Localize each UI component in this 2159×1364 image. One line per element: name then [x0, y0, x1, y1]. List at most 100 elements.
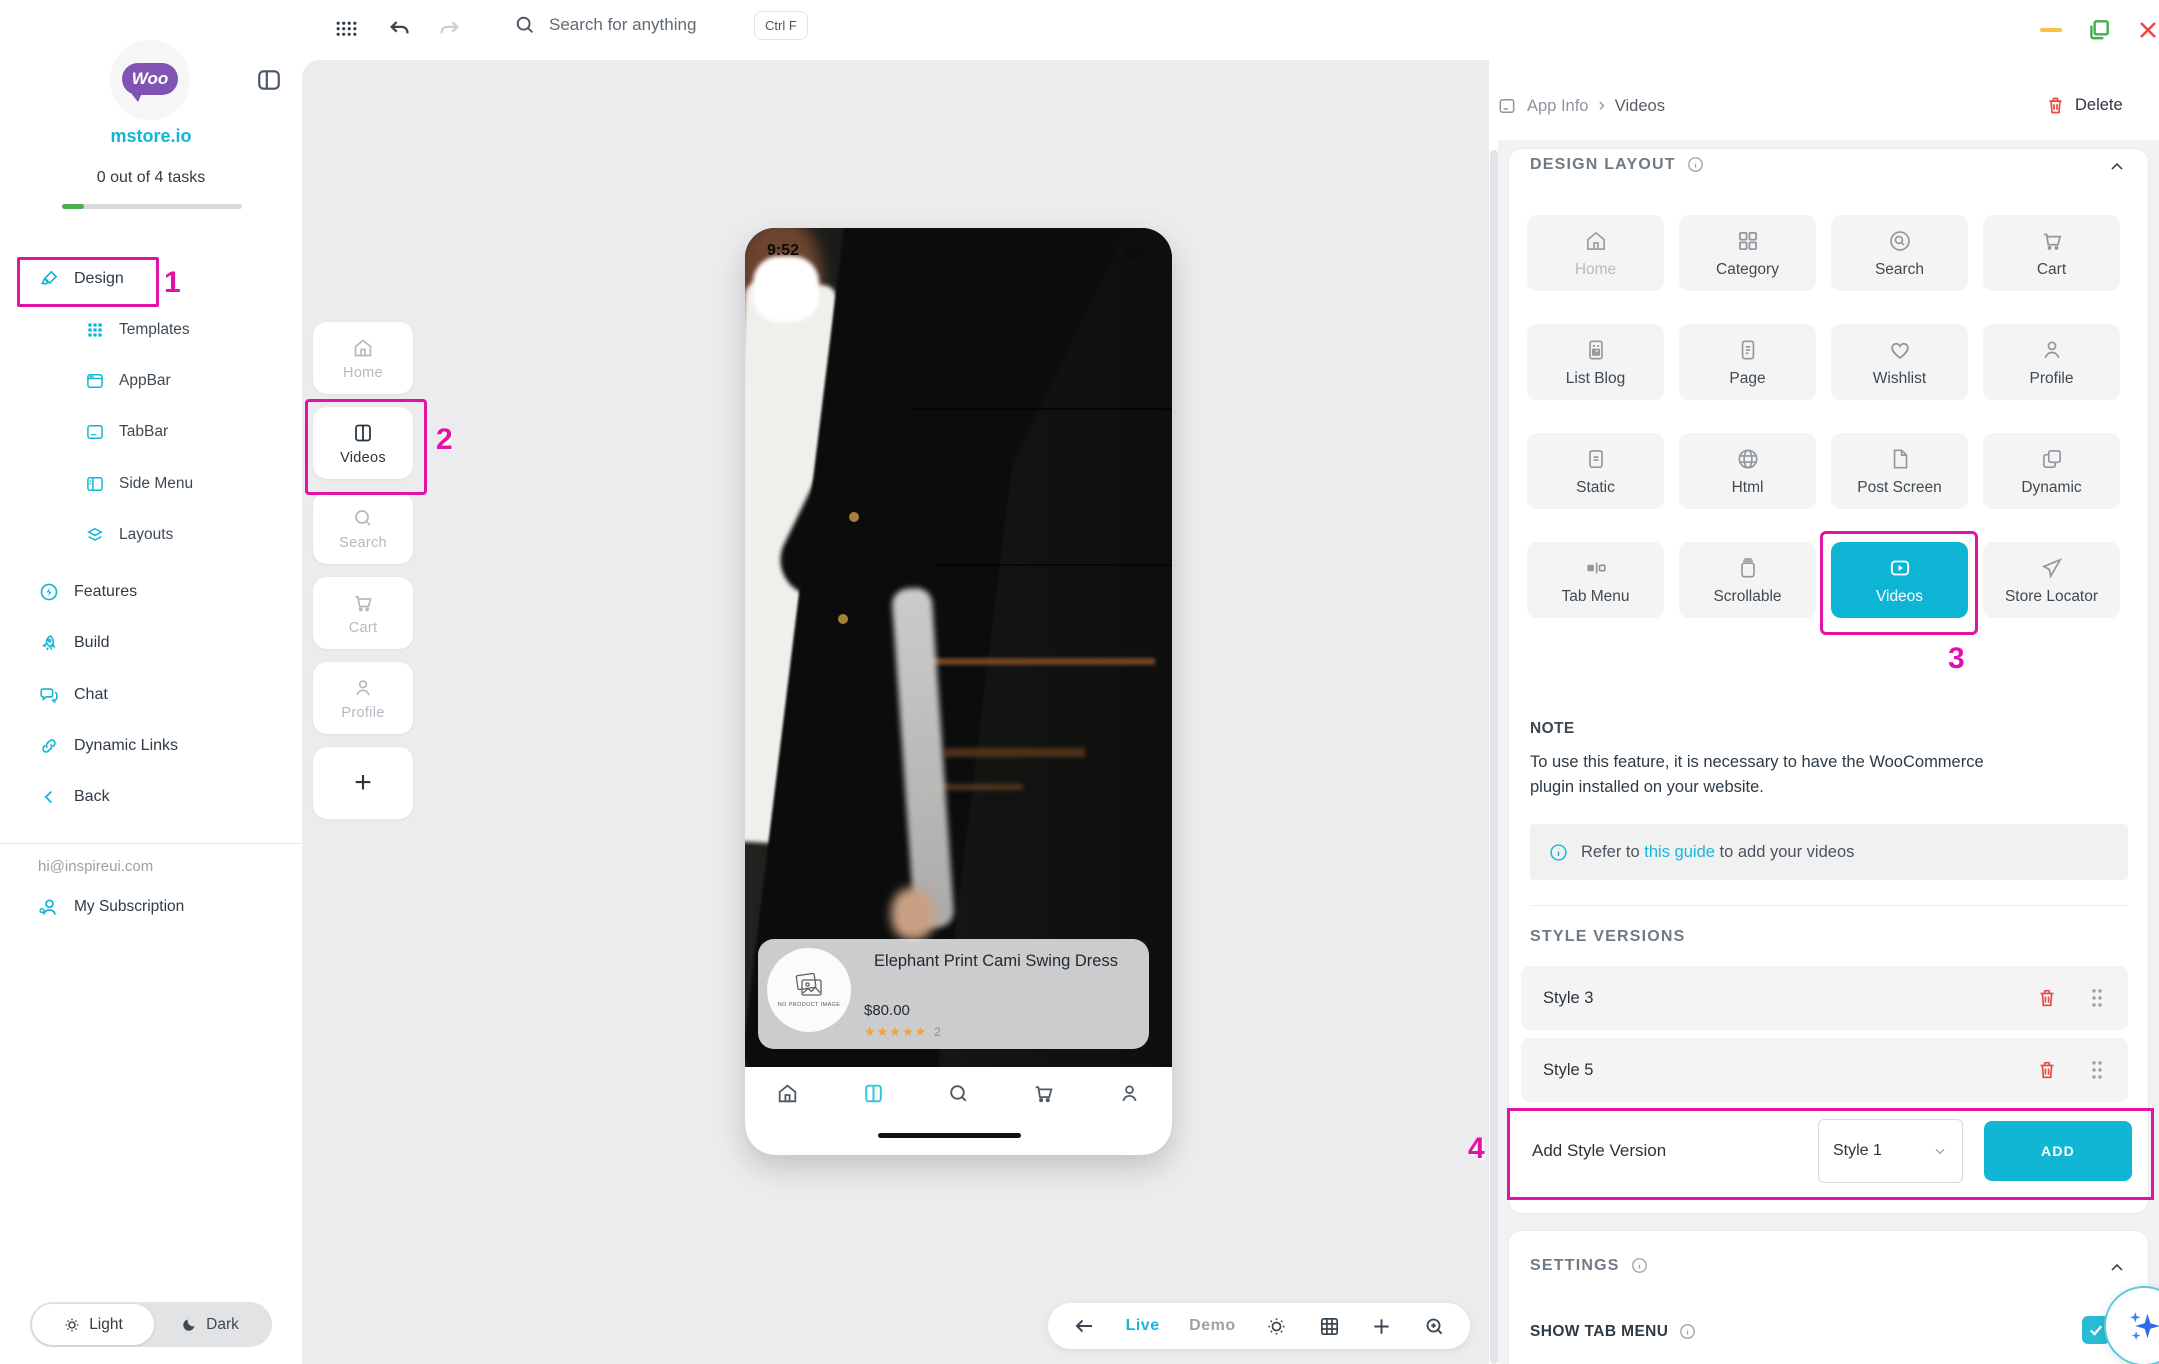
add-screen-tab-button[interactable]: +	[313, 747, 413, 819]
sidebar-item-label: TabBar	[119, 423, 169, 440]
sidebar-item-design[interactable]: Design	[38, 268, 124, 290]
cart-icon	[2043, 233, 2061, 250]
layout-tile-list-blog[interactable]: List Blog	[1527, 324, 1664, 400]
info-prefix: Refer to	[1581, 842, 1640, 861]
screen-tab-search[interactable]: Search	[313, 492, 413, 564]
back-arrow-icon[interactable]	[1072, 1314, 1096, 1338]
product-overlay-card[interactable]: NO PRODUCT IMAGE Elephant Print Cami Swi…	[758, 939, 1149, 1049]
tile-label: Scrollable	[1713, 587, 1782, 605]
info-icon[interactable]	[1678, 1322, 1697, 1341]
brightness-icon[interactable]	[1265, 1315, 1288, 1338]
build-rocket-icon	[42, 635, 56, 651]
redo-icon[interactable]	[435, 16, 463, 44]
sidebar-item-tabbar[interactable]: TabBar	[85, 422, 168, 442]
screen-tab-home[interactable]: Home	[313, 322, 413, 394]
collapse-settings-chevron[interactable]	[2105, 1256, 2129, 1280]
sidebar-item-templates[interactable]: Templates	[85, 320, 190, 340]
style-version-row[interactable]: Style 3	[1521, 966, 2128, 1030]
theme-dark-label: Dark	[206, 1315, 239, 1333]
videos-tab-highlight-box	[305, 399, 427, 495]
tab-menu-icon	[1586, 562, 1606, 573]
sidebar-item-dynamic-links[interactable]: Dynamic Links	[38, 735, 178, 757]
sidebar-item-label: My Subscription	[74, 898, 185, 915]
screen-tab-profile[interactable]: Profile	[313, 662, 413, 734]
woo-logo: Woo	[122, 63, 178, 95]
category-icon	[1738, 231, 1757, 250]
search-icon	[516, 16, 533, 33]
tile-label: Home	[1574, 260, 1617, 278]
layout-tile-tab-menu[interactable]: Tab Menu	[1527, 542, 1664, 618]
drag-handle-icon[interactable]	[2088, 1059, 2106, 1081]
layout-tile-profile[interactable]: Profile	[1983, 324, 2120, 400]
live-mode-tab[interactable]: Live	[1126, 1317, 1160, 1335]
cart-tab-icon[interactable]	[1031, 1081, 1056, 1106]
features-icon	[40, 583, 58, 601]
trash-icon[interactable]	[2036, 1059, 2058, 1081]
sidebar-item-layouts[interactable]: Layouts	[85, 525, 173, 545]
screen-tab-label: Profile	[341, 704, 385, 721]
video-preview[interactable]: 9:52 NO PRODUCT IMAGE Elephant Print Cam…	[745, 228, 1172, 1067]
undo-icon[interactable]	[385, 16, 413, 44]
global-search[interactable]: Search for anything	[514, 14, 696, 36]
tabbar-icon	[87, 425, 103, 439]
sidebar-item-sidemenu[interactable]: Side Menu	[85, 474, 193, 494]
tile-label: Html	[1731, 478, 1764, 496]
add-button[interactable]: ADD	[1984, 1121, 2132, 1181]
layout-tile-html[interactable]: Html	[1679, 433, 1816, 509]
sidebar-item-back[interactable]: Back	[38, 786, 110, 808]
info-icon[interactable]	[1630, 1256, 1649, 1275]
layout-tile-scrollable[interactable]: Scrollable	[1679, 542, 1816, 618]
panel-scrollbar[interactable]	[1490, 150, 1498, 1364]
layout-tile-static[interactable]: Static	[1527, 433, 1664, 509]
layout-tile-search[interactable]: Search	[1831, 215, 1968, 291]
layout-tile-cart[interactable]: Cart	[1983, 215, 2120, 291]
grid-view-icon[interactable]	[1318, 1315, 1341, 1338]
restore-button[interactable]	[2086, 17, 2112, 43]
demo-mode-tab[interactable]: Demo	[1189, 1317, 1235, 1335]
search-tab-icon[interactable]	[946, 1081, 971, 1106]
site-name[interactable]: mstore.io	[0, 126, 302, 147]
drag-handle-icon[interactable]	[2088, 987, 2106, 1009]
battery-icon	[1123, 246, 1145, 258]
sidebar-item-build[interactable]: Build	[38, 632, 110, 654]
screen-tab-cart[interactable]: Cart	[313, 577, 413, 649]
sidebar-item-features[interactable]: Features	[38, 581, 137, 603]
collapse-design-layout-chevron[interactable]	[2105, 155, 2129, 179]
templates-icon	[88, 323, 102, 337]
theme-toggle[interactable]: Light Dark	[30, 1302, 272, 1347]
layout-tile-home[interactable]: Home	[1527, 215, 1664, 291]
layout-tile-post-screen[interactable]: Post Screen	[1831, 433, 1968, 509]
style-version-dropdown[interactable]: Style 1	[1818, 1119, 1963, 1183]
sidebar-item-appbar[interactable]: AppBar	[85, 371, 171, 391]
close-button[interactable]	[2135, 17, 2159, 43]
style-version-row[interactable]: Style 5	[1521, 1038, 2128, 1102]
home-tab-icon[interactable]	[775, 1081, 800, 1106]
no-image-text: NO PRODUCT IMAGE	[777, 1001, 841, 1008]
sidebar-collapse-icon[interactable]	[256, 67, 282, 93]
add-icon[interactable]	[1370, 1315, 1393, 1338]
breadcrumb-root[interactable]: App Info	[1527, 97, 1588, 116]
layout-tile-category[interactable]: Category	[1679, 215, 1816, 291]
theme-dark-segment[interactable]: Dark	[154, 1302, 266, 1347]
minimize-button[interactable]	[2040, 28, 2062, 32]
profile-tab-icon[interactable]	[1117, 1081, 1142, 1106]
my-subscription-link[interactable]: My Subscription	[36, 895, 184, 919]
sidebar-item-chat[interactable]: Chat	[38, 684, 108, 706]
layout-tile-store-locator[interactable]: Store Locator	[1983, 542, 2120, 618]
layout-tile-page[interactable]: Page	[1679, 324, 1816, 400]
info-icon[interactable]	[1686, 155, 1705, 174]
delete-button[interactable]: Delete	[2045, 95, 2123, 116]
theme-light-segment[interactable]: Light	[32, 1304, 154, 1345]
tile-label: Profile	[2029, 369, 2074, 387]
trash-icon[interactable]	[2036, 987, 2058, 1009]
scrollable-icon	[1740, 557, 1755, 577]
apps-grid-icon[interactable]	[333, 17, 359, 43]
zoom-in-icon[interactable]	[1423, 1315, 1446, 1338]
layout-tile-dynamic[interactable]: Dynamic	[1983, 433, 2120, 509]
style-row-label: Style 5	[1543, 1060, 1594, 1079]
layout-tile-wishlist[interactable]: Wishlist	[1831, 324, 1968, 400]
page-icon	[1741, 340, 1754, 359]
this-guide-link[interactable]: this guide	[1644, 843, 1715, 861]
videos-tab-icon[interactable]	[861, 1081, 886, 1106]
sparkle-icon	[2130, 1312, 2159, 1340]
